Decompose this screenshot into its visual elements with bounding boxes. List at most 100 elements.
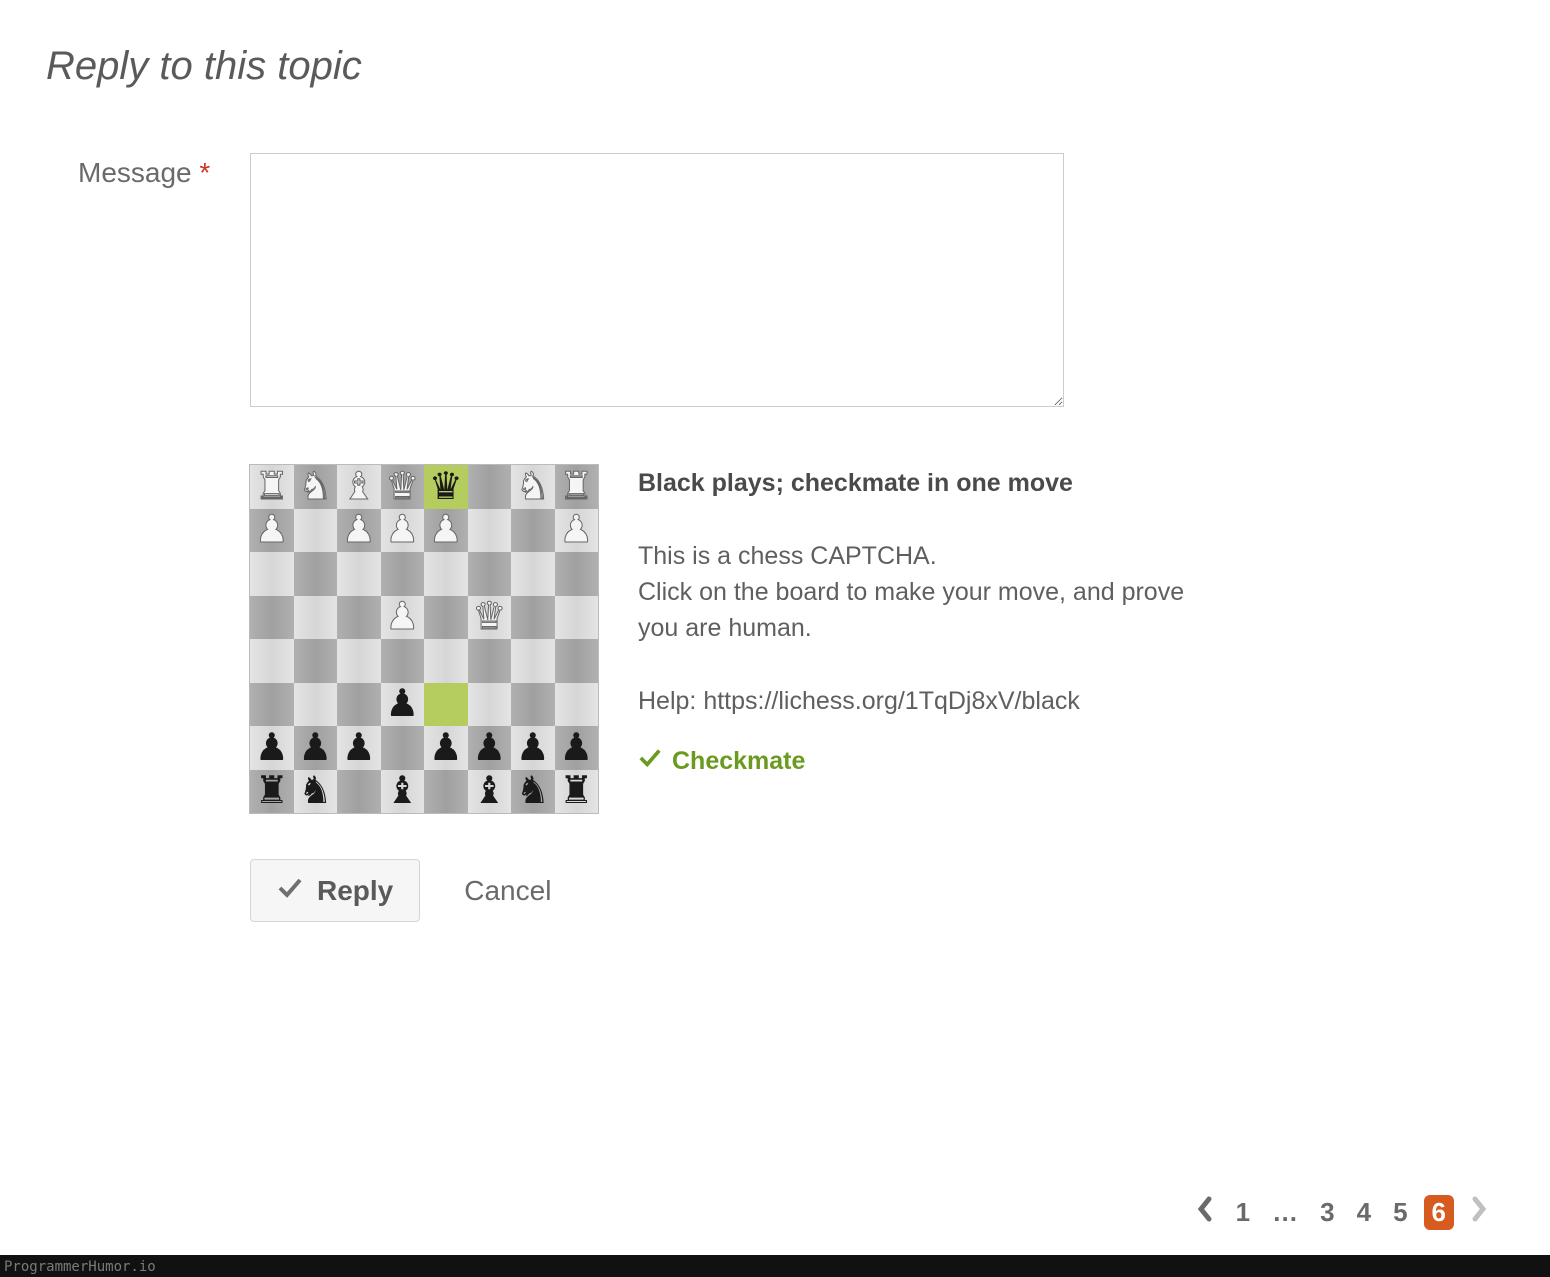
board-square[interactable]: ♞ [294,770,338,814]
board-square[interactable]: ♛ [468,596,512,640]
board-square[interactable] [468,639,512,683]
board-square[interactable]: ♟ [294,726,338,770]
board-square[interactable] [294,639,338,683]
board-square[interactable] [294,552,338,596]
board-square[interactable] [294,683,338,727]
footer-strip [0,1255,1550,1277]
board-square[interactable]: ♜ [250,465,294,509]
chess-piece-bp: ♟ [298,729,332,767]
page-number[interactable]: 3 [1314,1195,1340,1230]
board-square[interactable] [468,465,512,509]
board-square[interactable]: ♟ [468,726,512,770]
board-square[interactable] [250,639,294,683]
captcha-line-1: This is a chess CAPTCHA. [638,538,1188,574]
captcha-line-2: Click on the board to make your move, an… [638,574,1188,647]
board-square[interactable]: ♞ [511,770,555,814]
chess-piece-bq: ♛ [429,468,463,506]
board-square[interactable]: ♟ [511,726,555,770]
board-square[interactable] [337,596,381,640]
board-square[interactable] [250,552,294,596]
board-square[interactable] [468,683,512,727]
board-square[interactable]: ♟ [381,509,425,553]
board-square[interactable]: ♟ [337,726,381,770]
chess-piece-wn: ♞ [298,468,332,506]
pagination: 1…3456 [1190,1194,1494,1231]
board-square[interactable] [337,683,381,727]
board-square[interactable]: ♝ [381,770,425,814]
board-square[interactable] [468,509,512,553]
board-square[interactable]: ♛ [424,465,468,509]
chess-piece-br: ♜ [559,772,593,810]
page-prev-button[interactable] [1190,1194,1220,1231]
board-square[interactable]: ♟ [337,509,381,553]
board-square[interactable] [337,639,381,683]
page-ellipsis: … [1266,1195,1304,1230]
chess-piece-bn: ♞ [516,772,550,810]
board-square[interactable] [555,639,599,683]
board-square[interactable] [337,552,381,596]
reply-button-label: Reply [317,875,393,907]
chess-piece-wr: ♜ [255,468,289,506]
page-number[interactable]: 5 [1387,1195,1413,1230]
board-square[interactable] [511,683,555,727]
page-number[interactable]: 1 [1230,1195,1256,1230]
form-actions: Reply Cancel [250,859,1504,922]
board-square[interactable] [424,639,468,683]
board-square[interactable]: ♟ [381,683,425,727]
board-square[interactable] [424,683,468,727]
board-square[interactable]: ♝ [337,465,381,509]
board-square[interactable]: ♜ [555,465,599,509]
chevron-right-icon [1470,1198,1488,1228]
message-input[interactable] [250,153,1064,407]
board-square[interactable] [337,770,381,814]
board-square[interactable]: ♟ [424,726,468,770]
chess-piece-bp: ♟ [472,729,506,767]
chess-piece-wn: ♞ [516,468,550,506]
board-square[interactable]: ♞ [511,465,555,509]
page-number[interactable]: 4 [1351,1195,1377,1230]
board-square[interactable] [424,770,468,814]
board-square[interactable] [294,509,338,553]
chess-piece-bp: ♟ [342,729,376,767]
board-square[interactable]: ♜ [555,770,599,814]
chevron-left-icon [1196,1198,1214,1228]
board-square[interactable]: ♟ [250,726,294,770]
chess-board[interactable]: ♜♞♝♛♛♞♜♟♟♟♟♟♟♛♟♟♟♟♟♟♟♟♜♞♝♝♞♜ [250,465,598,813]
board-square[interactable] [555,683,599,727]
cancel-button[interactable]: Cancel [464,875,551,907]
board-square[interactable] [511,509,555,553]
board-square[interactable] [381,726,425,770]
board-square[interactable]: ♜ [250,770,294,814]
board-square[interactable]: ♞ [294,465,338,509]
board-square[interactable]: ♟ [424,509,468,553]
board-square[interactable]: ♟ [555,509,599,553]
board-square[interactable] [424,552,468,596]
board-square[interactable] [424,596,468,640]
board-square[interactable] [294,596,338,640]
board-square[interactable] [468,552,512,596]
board-square[interactable]: ♟ [555,726,599,770]
captcha-help-label: Help: [638,687,703,715]
reply-button[interactable]: Reply [250,859,420,922]
captcha-solved-label: Checkmate [672,743,805,779]
board-square[interactable]: ♛ [381,465,425,509]
board-square[interactable]: ♝ [468,770,512,814]
board-square[interactable] [381,552,425,596]
chess-piece-wq: ♛ [385,468,419,506]
board-square[interactable] [250,683,294,727]
board-square[interactable] [511,552,555,596]
board-square[interactable] [511,639,555,683]
board-square[interactable] [511,596,555,640]
chess-piece-wq: ♛ [472,598,506,636]
board-square[interactable]: ♟ [381,596,425,640]
board-square[interactable] [250,596,294,640]
board-square[interactable] [381,639,425,683]
captcha-help: Help: https://lichess.org/1TqDj8xV/black [638,683,1188,719]
captcha-solved: Checkmate [638,743,1188,779]
captcha-help-link[interactable]: https://lichess.org/1TqDj8xV/black [703,687,1080,715]
chess-piece-bp: ♟ [559,729,593,767]
board-square[interactable] [555,552,599,596]
board-square[interactable] [555,596,599,640]
chess-piece-bb: ♝ [385,772,419,810]
board-square[interactable]: ♟ [250,509,294,553]
